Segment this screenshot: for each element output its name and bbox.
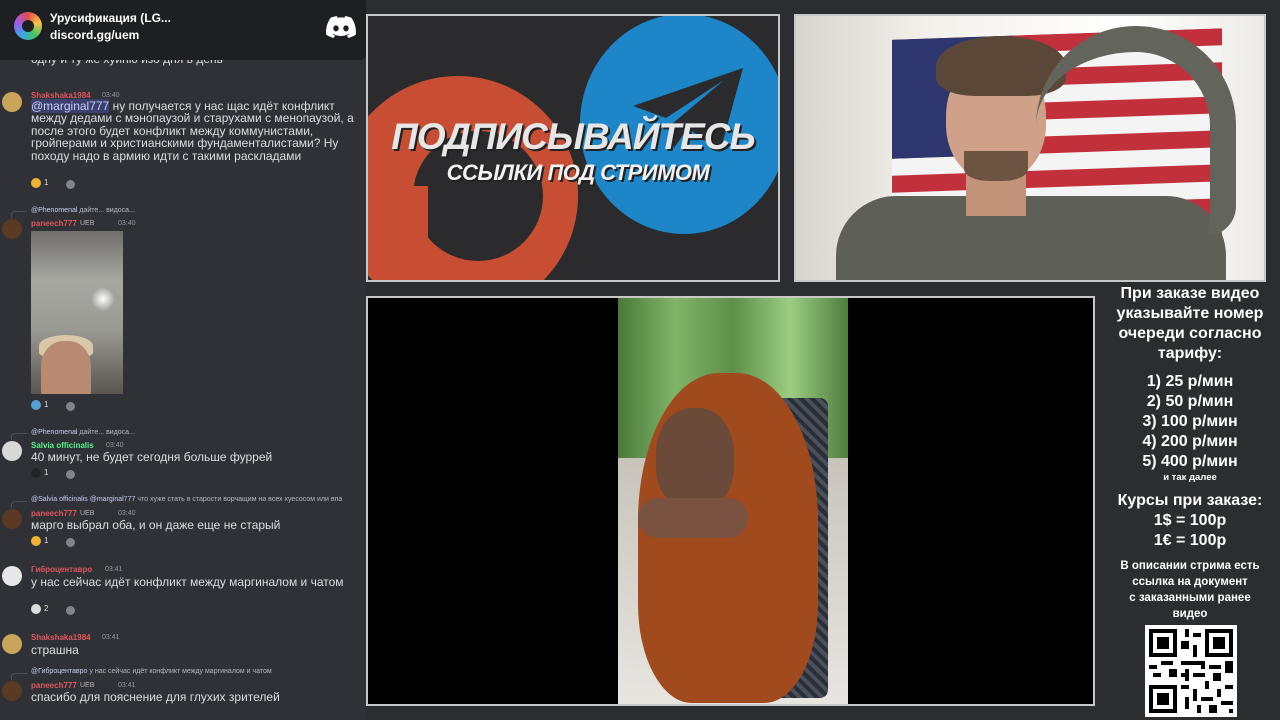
message-text: @marginal777 ну получается у нас щас идё… [31, 99, 354, 163]
add-reaction-icon[interactable] [66, 402, 75, 411]
add-reaction-icon[interactable] [66, 180, 75, 189]
avatar[interactable] [2, 509, 22, 529]
author-name[interactable]: Shakshaka1984 [31, 633, 91, 642]
description-line: с заказанными ранее [1129, 592, 1251, 604]
reaction[interactable]: 1 [31, 400, 57, 412]
reply-preview[interactable]: @Phenomenal дайте... видоса... [31, 207, 135, 214]
order-text-line: При заказе видео [1120, 285, 1260, 302]
discord-chat-overlay: одну и ту же хуйню изо дня в день Shaksh… [0, 0, 366, 720]
tariff-line: 4) 200 р/мин [1142, 433, 1238, 450]
author-name[interactable]: paneech777 [31, 681, 77, 690]
avatar[interactable] [2, 634, 22, 654]
timestamp: 03:40 [102, 92, 120, 99]
rate-line: 1$ = 100р [1153, 512, 1227, 529]
reaction[interactable]: 2 [31, 604, 57, 616]
add-reaction-icon[interactable] [66, 538, 75, 547]
timestamp: 03:40 [106, 442, 124, 449]
orangutan-video [618, 298, 848, 704]
avatar[interactable] [2, 681, 22, 701]
message-text: марго выбрал оба, и он даже еще не стары… [31, 518, 281, 532]
add-reaction-icon[interactable] [66, 606, 75, 615]
server-icon[interactable] [14, 12, 42, 40]
emoji-icon [31, 604, 41, 614]
message-text: у нас сейчас идёт конфликт между маргина… [31, 575, 344, 589]
role-badge: UEB [80, 682, 95, 689]
reply-connector [11, 433, 27, 440]
avatar[interactable] [2, 92, 22, 112]
avatar[interactable] [2, 566, 22, 586]
rate-line: 1€ = 100р [1153, 532, 1227, 549]
tariff-line: 3) 100 р/мин [1142, 413, 1238, 430]
qr-code-icon[interactable] [1145, 625, 1237, 717]
reaction[interactable]: 1 [31, 468, 57, 480]
streamer-webcam [794, 14, 1266, 282]
order-text-line: очереди согласно [1118, 325, 1262, 342]
message-text: спасибо для пояснение для глухих зрителе… [31, 690, 280, 704]
reaction[interactable]: 1 [31, 178, 57, 190]
tariff-line: 5) 400 р/мин [1142, 453, 1238, 470]
add-reaction-icon[interactable] [66, 470, 75, 479]
server-header[interactable]: Урусификация (LG... discord.gg/uem [0, 0, 366, 60]
reply-connector [11, 501, 27, 508]
tariff-line: 1) 25 р/мин [1146, 373, 1234, 390]
discord-logo-icon [326, 16, 356, 38]
emoji-icon [31, 468, 41, 478]
avatar[interactable] [2, 219, 22, 239]
description-line: В описании стрима есть [1120, 560, 1260, 572]
reply-preview[interactable]: @Salvia officinalis @marginal777 что хуж… [31, 496, 342, 503]
emoji-icon [31, 400, 41, 410]
tariff-line: 2) 50 р/мин [1146, 393, 1234, 410]
message-text: 40 минут, не будет сегодня больше фуррей [31, 450, 273, 464]
author-name[interactable]: paneech777 [31, 219, 77, 228]
timestamp: 03:41 [105, 566, 123, 573]
reply-preview[interactable]: @Phenomenal дайте... видоса... [31, 429, 135, 436]
rates-title: Курсы при заказе: [1117, 492, 1263, 509]
message-text: страшна [31, 643, 79, 657]
description-line: ссылка на документ [1132, 576, 1248, 588]
and-so-on: и так далее [1163, 472, 1217, 483]
timestamp: 03:40 [118, 220, 136, 227]
author-name[interactable]: Гиброцентавро [31, 565, 92, 574]
author-name[interactable]: Salvia officinalis [31, 441, 94, 450]
order-text-line: указывайте номер [1116, 305, 1264, 322]
timestamp: 03:41 [102, 634, 120, 641]
role-badge: UEB [80, 220, 95, 227]
server-name[interactable]: Урусификация (LG... [50, 11, 171, 25]
main-video-player[interactable] [366, 296, 1095, 706]
links-subtitle: ССЫЛКИ ПОД СТРИМОМ [446, 160, 710, 185]
pricing-info: При заказе видео указывайте номер очеред… [1100, 283, 1280, 720]
timestamp: 03:41 [118, 682, 136, 689]
laugh-emoji-icon [31, 178, 41, 188]
server-invite-link[interactable]: discord.gg/uem [50, 28, 139, 42]
promo-banner: ПОДПИСЫВАЙТЕСЬ ССЫЛКИ ПОД СТРИМОМ [366, 14, 780, 282]
reply-preview[interactable]: @Гиброцентавро у нас сейчас идёт конфлик… [31, 668, 272, 675]
subscribe-title: ПОДПИСЫВАЙТЕСЬ [391, 116, 755, 157]
video-attachment[interactable] [31, 231, 123, 394]
reaction[interactable]: 1 [31, 536, 57, 548]
emoji-icon [31, 536, 41, 546]
timestamp: 03:40 [118, 510, 136, 517]
role-badge: UEB [80, 510, 95, 517]
author-name[interactable]: paneech777 [31, 509, 77, 518]
reply-connector [11, 211, 27, 218]
reply-connector [11, 673, 27, 680]
avatar[interactable] [2, 441, 22, 461]
description-line: видео [1172, 608, 1208, 620]
order-text-line: тарифу: [1157, 345, 1223, 362]
